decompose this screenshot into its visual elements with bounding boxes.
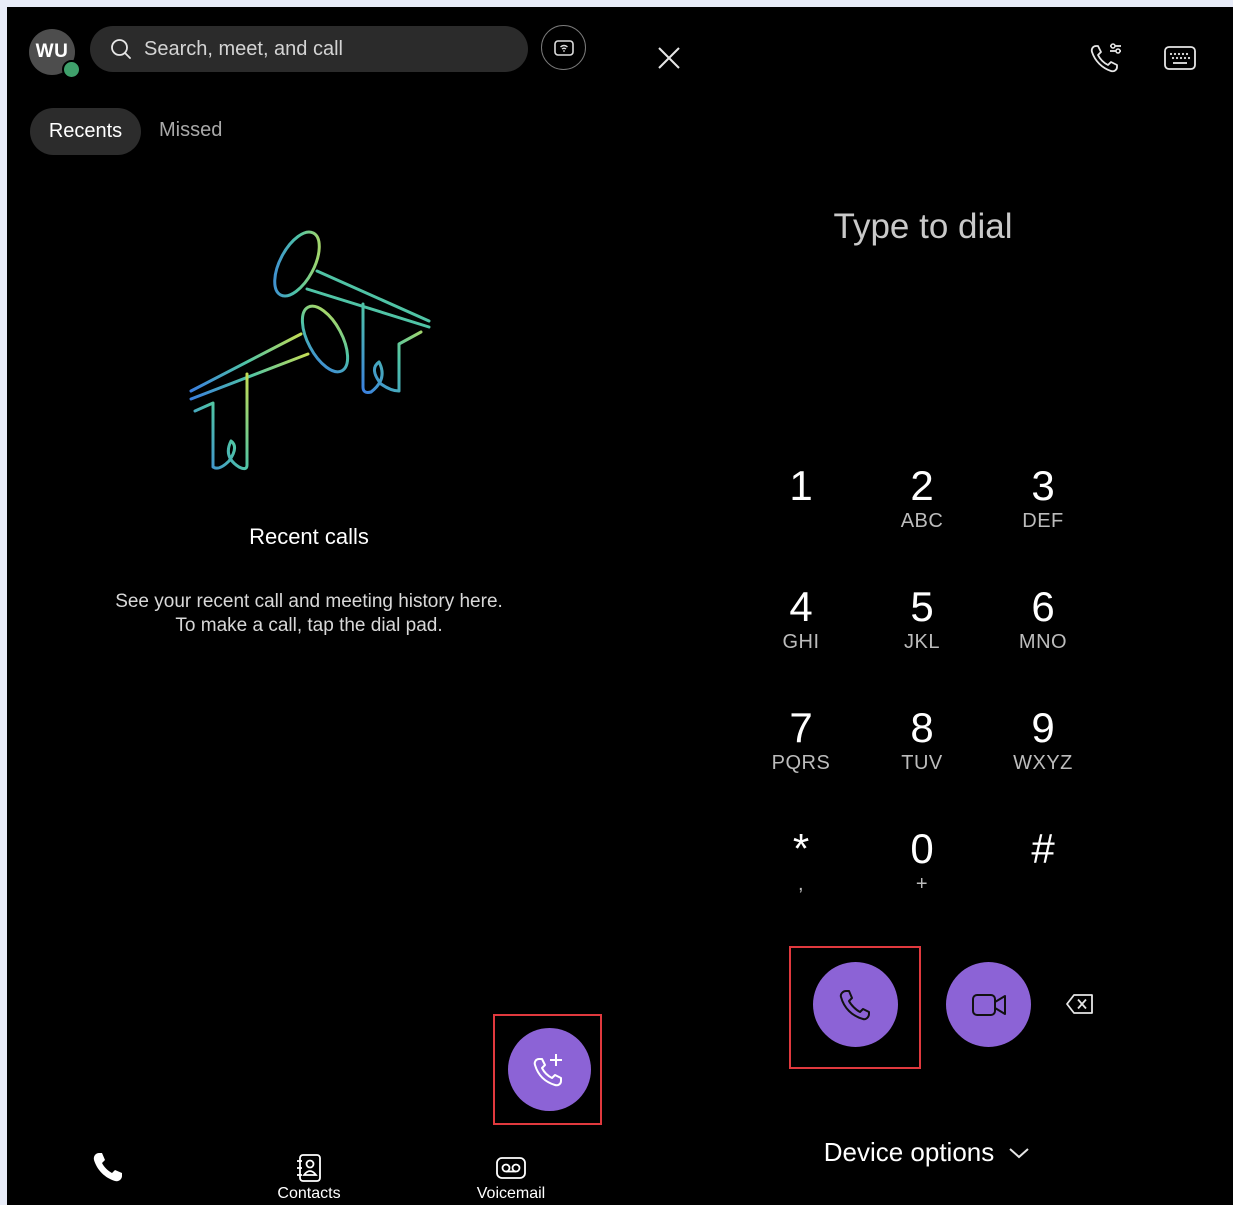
- nav-calls[interactable]: [89, 1150, 127, 1184]
- backspace-button[interactable]: [1065, 990, 1095, 1018]
- nav-voicemail[interactable]: Voicemail: [461, 1153, 561, 1203]
- nav-voicemail-label: Voicemail: [476, 1185, 546, 1202]
- video-call-button[interactable]: [946, 962, 1031, 1047]
- dial-key-letters: ,: [797, 873, 805, 895]
- empty-state-line-2: To make a call, tap the dial pad.: [175, 615, 443, 636]
- search-input[interactable]: Search, meet, and call: [144, 38, 343, 61]
- backspace-icon: [1066, 994, 1093, 1014]
- video-icon: [971, 993, 1006, 1016]
- dial-key-digit: #: [1031, 825, 1055, 872]
- close-button[interactable]: [656, 45, 682, 71]
- dial-key-letters: MNO: [1018, 631, 1068, 653]
- chevron-down-icon: [1009, 1147, 1029, 1158]
- dial-key-digit: 1: [789, 462, 813, 509]
- dial-key-letters: WXYZ: [1013, 752, 1073, 774]
- search-icon: [111, 39, 131, 59]
- dial-key-digit: 2: [910, 462, 934, 509]
- calling-app: WU Search, meet, and call Recents Missed…: [7, 7, 1233, 1205]
- dial-key-letters: GHI: [782, 631, 820, 653]
- phone-icon: [839, 989, 870, 1020]
- proximity-icon: [553, 39, 574, 56]
- dialpad: 1 2 ABC 3 DEF 4 GHI 5 JKL 6 MNO 7 PQRS 8: [746, 463, 1109, 903]
- close-icon: [658, 47, 680, 69]
- dial-key-letters: DEF: [1022, 510, 1064, 532]
- dial-key-letters: +: [915, 873, 929, 895]
- dial-key-letters: TUV: [901, 752, 943, 774]
- device-options-label: Device options: [823, 1137, 995, 1167]
- phone-icon: [93, 1153, 122, 1182]
- avatar-initials: WU: [35, 41, 69, 62]
- dial-key-digit: 5: [910, 583, 934, 630]
- tab-missed-label: Missed: [159, 119, 223, 141]
- tab-missed[interactable]: Missed: [159, 119, 222, 142]
- dial-display[interactable]: Type to dial: [727, 207, 1119, 247]
- call-settings-button[interactable]: [1088, 40, 1124, 76]
- dial-key-digit: 9: [1031, 704, 1055, 751]
- horn-illustration: [189, 230, 431, 471]
- add-call-icon: [533, 1053, 562, 1086]
- dial-key-6[interactable]: 6 MNO: [988, 584, 1098, 684]
- dial-key-letters: PQRS: [771, 752, 831, 774]
- keyboard-icon: [1164, 46, 1196, 70]
- empty-state-title: Recent calls: [249, 524, 369, 549]
- dial-key-digit: *: [792, 825, 810, 872]
- empty-state-description: See your recent call and meeting history…: [7, 590, 611, 638]
- dial-key-digit: 4: [789, 583, 813, 630]
- presence-indicator: [62, 60, 81, 79]
- dial-key-digit: 3: [1031, 462, 1055, 509]
- dial-key-7[interactable]: 7 PQRS: [746, 705, 856, 805]
- empty-state-line-1: See your recent call and meeting history…: [115, 591, 503, 612]
- dial-key-3[interactable]: 3 DEF: [988, 463, 1098, 563]
- dial-key-5[interactable]: 5 JKL: [867, 584, 977, 684]
- dial-key-digit: 7: [789, 704, 813, 751]
- dial-key-digit: 0: [910, 825, 934, 872]
- nav-contacts-label: Contacts: [277, 1185, 341, 1202]
- dial-key-digit: 6: [1031, 583, 1055, 630]
- dial-key-digit: 8: [910, 704, 934, 751]
- voicemail-icon: [496, 1157, 526, 1179]
- device-options-dropdown[interactable]: Device options: [787, 1137, 1067, 1168]
- dial-key-0[interactable]: 0 +: [867, 826, 977, 926]
- dial-key-letters: JKL: [904, 631, 940, 653]
- dial-key-9[interactable]: 9 WXYZ: [988, 705, 1098, 805]
- dial-key-2[interactable]: 2 ABC: [867, 463, 977, 563]
- new-call-button[interactable]: [508, 1028, 591, 1111]
- nav-contacts[interactable]: Contacts: [259, 1153, 359, 1203]
- proximity-button[interactable]: [541, 25, 586, 70]
- contacts-icon: [297, 1154, 321, 1182]
- audio-call-button[interactable]: [813, 962, 898, 1047]
- dial-key-8[interactable]: 8 TUV: [867, 705, 977, 805]
- dial-key-hash[interactable]: #: [988, 826, 1098, 926]
- tab-recents-label: Recents: [48, 120, 123, 142]
- tab-recents[interactable]: Recents: [30, 108, 141, 155]
- keyboard-button[interactable]: [1163, 44, 1197, 72]
- call-settings-icon: [1090, 43, 1121, 73]
- dial-key-letters: ABC: [900, 510, 944, 532]
- dial-key-star[interactable]: * ,: [746, 826, 856, 926]
- search-bar[interactable]: Search, meet, and call: [90, 26, 528, 72]
- dial-key-1[interactable]: 1: [746, 463, 856, 563]
- dial-key-4[interactable]: 4 GHI: [746, 584, 856, 684]
